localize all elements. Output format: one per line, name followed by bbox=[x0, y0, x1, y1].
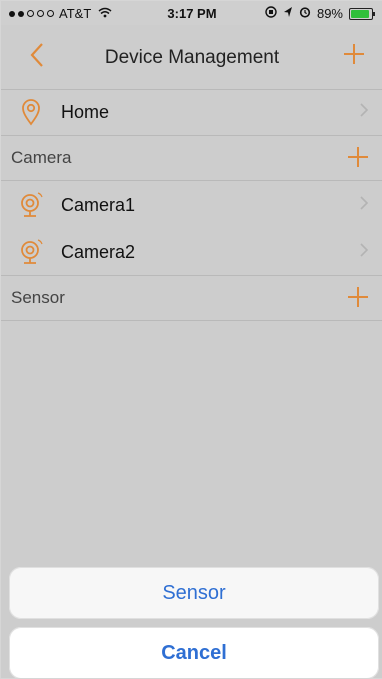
camera-row[interactable]: Camera2 bbox=[1, 229, 382, 275]
sensor-option-button[interactable]: Sensor bbox=[9, 567, 379, 619]
alarm-icon bbox=[299, 6, 311, 21]
chevron-right-icon bbox=[359, 241, 369, 264]
camera-icon bbox=[1, 182, 61, 228]
divider bbox=[1, 320, 382, 321]
phone-screen: AT&T 3:17 PM 89% Device Management Home … bbox=[0, 0, 382, 679]
battery-nub bbox=[373, 11, 375, 16]
divider bbox=[1, 180, 382, 181]
battery-percent: 89% bbox=[316, 6, 343, 21]
section-title-camera: Camera bbox=[11, 148, 72, 167]
home-label: Home bbox=[61, 101, 110, 122]
camera-icon bbox=[1, 229, 61, 275]
camera-label: Camera2 bbox=[61, 241, 136, 262]
status-right: 89% bbox=[265, 6, 375, 21]
chevron-right-icon bbox=[359, 194, 369, 217]
add-camera-button[interactable] bbox=[345, 144, 371, 170]
camera-label: Camera1 bbox=[61, 194, 136, 215]
section-title-sensor: Sensor bbox=[11, 288, 65, 307]
battery-fill bbox=[351, 9, 369, 18]
page-title: Device Management bbox=[104, 47, 280, 68]
status-bar: AT&T 3:17 PM 89% bbox=[1, 1, 382, 25]
location-pin-icon bbox=[1, 89, 61, 135]
add-sensor-button[interactable] bbox=[345, 284, 371, 310]
battery-icon bbox=[349, 7, 375, 20]
navigation-bar: Device Management bbox=[1, 25, 382, 90]
chevron-right-icon bbox=[359, 101, 369, 124]
section-header-sensor: Sensor bbox=[1, 276, 382, 320]
location-arrow-icon bbox=[283, 6, 293, 21]
add-device-button[interactable] bbox=[341, 41, 367, 67]
section-header-camera: Camera bbox=[1, 136, 382, 180]
rotation-lock-icon bbox=[265, 6, 277, 21]
home-row[interactable]: Home bbox=[1, 89, 382, 135]
camera-row[interactable]: Camera1 bbox=[1, 182, 382, 228]
cancel-button[interactable]: Cancel bbox=[9, 627, 379, 678]
